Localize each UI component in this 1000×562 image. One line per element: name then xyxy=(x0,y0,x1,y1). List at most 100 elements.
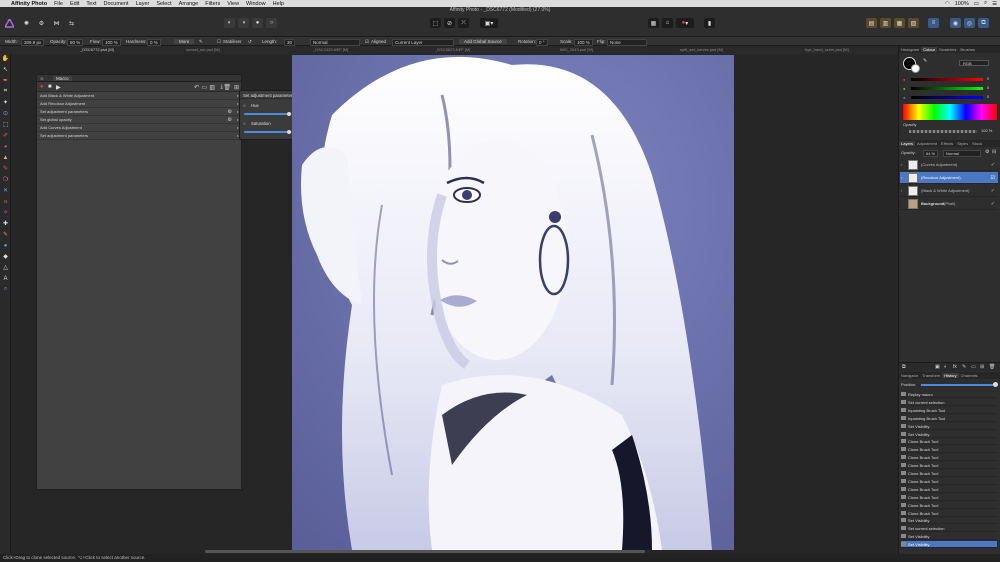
document-canvas[interactable] xyxy=(292,55,734,550)
tab-colour[interactable]: Colour xyxy=(921,47,938,52)
gear-icon[interactable]: ⚙ xyxy=(228,108,232,116)
more-button[interactable]: More xyxy=(174,39,195,44)
menu-arrange[interactable]: Arrange xyxy=(179,1,199,7)
zoom-tool-icon[interactable]: ⌕ xyxy=(2,286,9,293)
menu-window[interactable]: Window xyxy=(246,1,266,7)
adjustment-layer-icon[interactable]: ◐ xyxy=(944,364,947,370)
tab-history[interactable]: History xyxy=(942,373,959,378)
group-layer-icon[interactable]: ▭ xyxy=(971,364,976,370)
layer-settings-icon[interactable]: ⚙ xyxy=(985,149,989,155)
selection-brush-icon[interactable]: ✦ xyxy=(2,99,9,106)
play-icon[interactable]: ▶ xyxy=(56,84,61,91)
healing-brush-icon[interactable]: ✚ xyxy=(2,220,9,227)
history-item[interactable]: Inpainting Brush Tool xyxy=(901,407,997,414)
pen-tool-icon[interactable]: ✒ xyxy=(2,77,9,84)
macro-row[interactable]: Set adjustment parameters ⚙ ▸ xyxy=(37,108,241,116)
layer-lock-icon[interactable]: ⊟ xyxy=(992,149,996,155)
tab-histogram[interactable]: Histogram xyxy=(899,47,921,52)
tab-brushes[interactable]: Brushes xyxy=(958,47,977,52)
menu-file[interactable]: File xyxy=(54,1,63,7)
history-item[interactable]: Clone Brush Tool xyxy=(901,510,997,517)
tab-channels[interactable]: Channels xyxy=(959,373,980,378)
menu-view[interactable]: View xyxy=(227,1,239,7)
search-icon[interactable]: ⌕ xyxy=(984,0,987,7)
layer-opacity-field[interactable]: 64 % xyxy=(923,150,939,157)
layer-expand-icon[interactable]: › xyxy=(901,162,902,167)
tab-transform[interactable]: Transform xyxy=(920,373,942,378)
flood-select-icon[interactable]: ⊙ xyxy=(2,110,9,117)
macro-row[interactable]: Set global opacity ⚙ ▸ xyxy=(37,116,241,124)
force-pixel-icon[interactable]: ▮ xyxy=(704,18,715,28)
aligned-checkbox[interactable]: ☑ xyxy=(365,39,369,45)
record-icon[interactable]: ● xyxy=(40,84,44,90)
colour-spectrum[interactable] xyxy=(903,104,997,120)
flow-field[interactable]: 100 % xyxy=(102,39,121,46)
gradient-tool-icon[interactable]: ▲ xyxy=(2,154,9,161)
brush-layer-icon[interactable]: ✎ xyxy=(962,364,966,370)
red-value[interactable]: 0 xyxy=(987,76,989,81)
red-slider[interactable] xyxy=(911,78,983,81)
marquee-tool-icon[interactable]: ⬚ xyxy=(2,121,9,128)
persona-develop-icon[interactable]: ⚙ xyxy=(36,18,47,28)
menu-layer[interactable]: Layer xyxy=(136,1,150,7)
arrange-forward-icon[interactable]: ▥ xyxy=(880,18,891,28)
blue-value[interactable]: 0 xyxy=(987,94,989,99)
hardness-field[interactable]: 0 % xyxy=(147,39,161,46)
auto-colour-icon[interactable]: ● xyxy=(252,18,263,28)
layer-visibility-checkbox[interactable]: ✓ xyxy=(991,162,995,168)
layer-expand-icon[interactable]: › xyxy=(901,175,902,180)
erase-tool-icon[interactable]: ✕ xyxy=(2,187,9,194)
menu-app[interactable]: Affinity Photo xyxy=(11,1,47,7)
history-item[interactable]: Clone Brush Tool xyxy=(901,478,997,485)
macro-tab[interactable]: Macro xyxy=(53,76,72,81)
history-item[interactable]: Clone Brush Tool xyxy=(901,470,997,477)
history-item[interactable]: Clone Brush Tool xyxy=(901,446,997,454)
secondary-colour-swatch[interactable] xyxy=(911,64,920,73)
hue-slider-knob[interactable] xyxy=(286,112,291,116)
layer-visibility-checkbox[interactable]: ✓ xyxy=(991,201,995,207)
persona-tonemap-icon[interactable]: ⋈ xyxy=(51,18,62,28)
colour-opacity-value[interactable]: 100 % xyxy=(981,128,992,133)
dodge-tool-icon[interactable]: ❍ xyxy=(2,176,9,183)
macro-row[interactable]: Add Black & White Adjustment ▸ xyxy=(37,92,241,100)
horizontal-scrollbar[interactable] xyxy=(205,550,645,553)
layer-row[interactable]: Background (Pixel) ✓ xyxy=(900,198,998,210)
tab-doc-1[interactable]: _DSC6772.psd [M] xyxy=(80,47,114,52)
layer-blend-select[interactable]: Normal xyxy=(943,150,981,157)
menu-help[interactable]: Help xyxy=(273,1,284,7)
green-slider[interactable] xyxy=(911,87,983,90)
undo-icon[interactable]: ↶ xyxy=(194,84,199,91)
text-tool-icon[interactable]: A xyxy=(2,275,9,282)
history-item[interactable]: Clone Brush Tool xyxy=(901,494,997,501)
history-item[interactable]: Clone Brush Tool xyxy=(901,438,997,446)
saturation-checkbox[interactable]: ○ xyxy=(243,121,246,126)
length-field[interactable]: 30 xyxy=(284,39,296,46)
gear-icon[interactable]: ⚙ xyxy=(228,116,232,124)
rope-icon[interactable]: ↺ xyxy=(248,39,252,45)
auto-white-balance-icon[interactable]: ○ xyxy=(266,18,277,28)
layer-visibility-checkbox[interactable]: ☑ xyxy=(991,175,995,181)
tab-doc-4[interactable]: _DSC5623.NEF [M] xyxy=(435,47,470,52)
wifi-icon[interactable]: ◠ xyxy=(945,1,950,7)
menu-text[interactable]: Text xyxy=(86,1,96,7)
tab-adjustment[interactable]: Adjustment xyxy=(915,141,939,146)
battery-icon[interactable]: ▭ xyxy=(974,1,979,7)
layer-expand-icon[interactable]: › xyxy=(901,188,902,193)
fullscreen-icon[interactable]: ⧉ xyxy=(978,18,989,28)
colour-model-select[interactable]: RGB xyxy=(959,60,989,66)
crop-tool-icon[interactable]: ⌗ xyxy=(2,88,9,95)
paint-brush-icon[interactable]: ✎ xyxy=(2,165,9,172)
layer-visibility-checkbox[interactable]: ✓ xyxy=(991,188,995,194)
history-item[interactable]: Clone Brush Tool xyxy=(901,502,997,509)
history-item[interactable]: Replay macro xyxy=(901,391,997,398)
history-item[interactable]: Clone Brush Tool xyxy=(901,454,997,462)
arrange-back-icon[interactable]: ▤ xyxy=(866,18,877,28)
layer-row[interactable]: › (Black & White Adjustment) ✓ xyxy=(900,185,998,197)
green-value[interactable]: 0 xyxy=(987,85,989,90)
tab-styles[interactable]: Styles xyxy=(955,141,970,146)
persona-export-icon[interactable]: ⇆ xyxy=(66,18,77,28)
history-item[interactable]: Set Visibility xyxy=(901,423,997,430)
macro-row[interactable]: Set adjustment parameters ▸ xyxy=(37,132,241,140)
history-item[interactable]: Clone Brush Tool xyxy=(901,462,997,470)
stop-icon[interactable]: ■ xyxy=(48,84,52,90)
